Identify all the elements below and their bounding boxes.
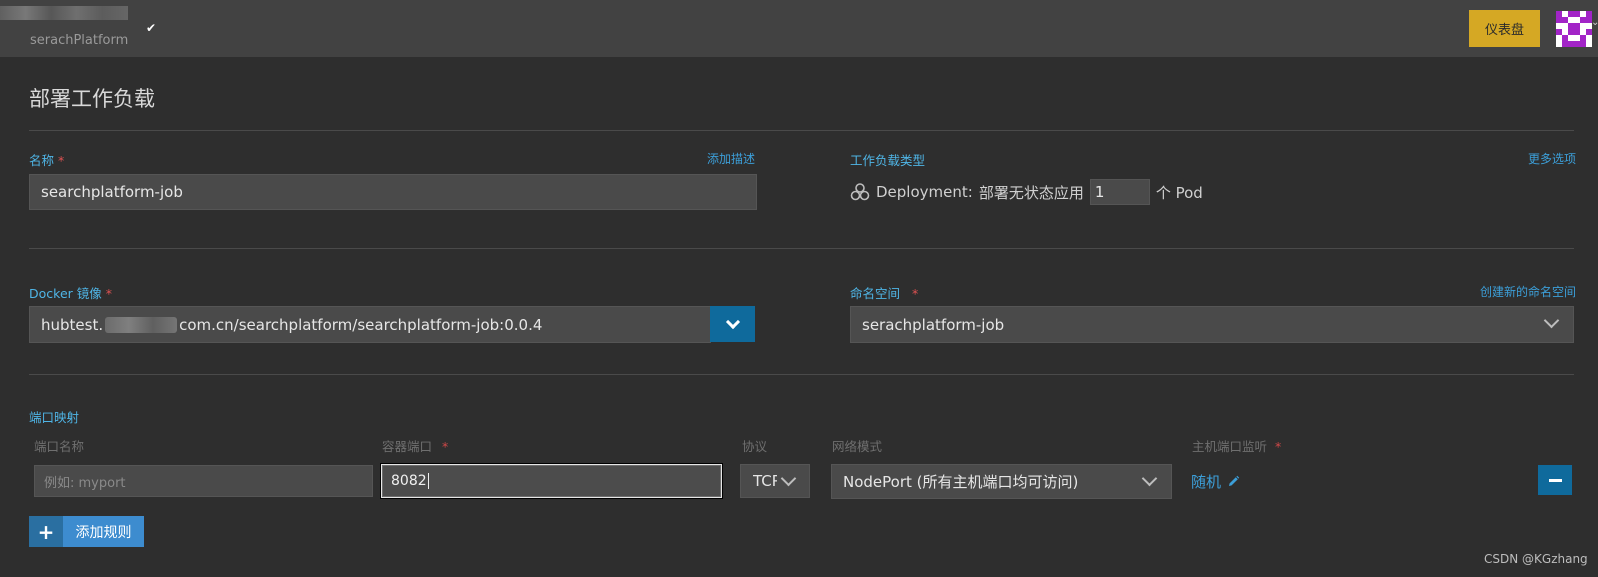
avatar[interactable] [1556, 11, 1592, 47]
workload-kind: Deployment: [876, 183, 973, 201]
check-icon: ✔ [146, 21, 157, 35]
chevron-down-icon [1141, 470, 1158, 487]
workload-type-row: Deployment: 部署无状态应用 1 个 Pod [850, 179, 1203, 205]
network-mode-value: NodePort (所有主机端口均可访问) [843, 473, 1079, 491]
docker-image-field[interactable]: hubtest. com.cn/searchplatform/searchplat… [29, 306, 711, 343]
protocol-select[interactable]: TCP [740, 464, 810, 498]
namespace-select[interactable]: serachplatform-job [850, 306, 1574, 343]
namespace-label: 命名空间 * [850, 286, 919, 301]
workload-kind-desc: 部署无状态应用 [978, 183, 1084, 202]
plus-icon: + [29, 516, 63, 547]
namespace-value: serachplatform-job [862, 315, 1005, 334]
watermark: CSDN @KGzhang [1484, 552, 1588, 566]
deployment-icon [850, 183, 870, 201]
chevron-down-icon [725, 314, 740, 329]
protocol-value: TCP [753, 472, 777, 490]
docker-image-label: Docker 镜像 * [29, 286, 112, 301]
redacted-host [105, 317, 178, 333]
network-mode-header: 网络模式 [832, 439, 883, 454]
network-mode-select[interactable]: NodePort (所有主机端口均可访问) [831, 464, 1172, 499]
chevron-down-icon[interactable]: ⌄ [1591, 17, 1598, 28]
image-dropdown-button[interactable] [710, 306, 755, 342]
name-label: 名称 * [29, 153, 65, 168]
divider [29, 130, 1574, 131]
container-port-input[interactable]: 8082 [380, 463, 723, 499]
container-port-header: 容器端口 * [382, 439, 449, 454]
divider [29, 374, 1574, 375]
chevron-down-icon [1543, 312, 1560, 329]
chevron-down-icon [780, 470, 797, 487]
port-name-placeholder: 例如: myport [44, 475, 126, 491]
replicas-input[interactable]: 1 [1089, 179, 1150, 205]
top-bar: ✔ serachPlatform 仪表盘 ⌄ [0, 0, 1598, 57]
port-mapping-label: 端口映射 [29, 410, 80, 425]
replicas-unit: 个 Pod [1155, 183, 1203, 202]
minus-icon [1548, 478, 1562, 482]
protocol-header: 协议 [742, 439, 768, 454]
remove-rule-button[interactable] [1538, 465, 1572, 495]
create-namespace-link[interactable]: 创建新的命名空间 [1480, 283, 1576, 300]
add-description-link[interactable]: 添加描述 [707, 150, 755, 167]
host-port-value: 随机 [1191, 473, 1222, 491]
docker-image-suffix: com.cn/searchplatform/searchplatform-job… [179, 315, 543, 334]
project-name[interactable]: serachPlatform [30, 33, 128, 48]
dashboard-button[interactable]: 仪表盘 [1469, 10, 1540, 47]
host-port-random-link[interactable]: 随机 [1191, 471, 1240, 492]
container-port-value: 8082 [391, 473, 427, 489]
divider [29, 248, 1574, 249]
name-field[interactable]: searchplatform-job [29, 174, 757, 210]
text-cursor [427, 473, 429, 489]
add-rule-label: 添加规则 [63, 516, 144, 547]
pencil-icon[interactable] [1227, 475, 1240, 488]
more-options-link[interactable]: 更多选项 [1528, 150, 1576, 167]
add-rule-button[interactable]: + 添加规则 [29, 516, 144, 547]
docker-image-prefix: hubtest. [41, 315, 104, 334]
redacted-cluster-name [0, 6, 128, 20]
name-value: searchplatform-job [41, 183, 183, 201]
port-name-input[interactable]: 例如: myport [34, 465, 373, 497]
port-name-header: 端口名称 [34, 439, 85, 454]
workload-type-label: 工作负载类型 [850, 153, 926, 168]
page-title: 部署工作负载 [29, 87, 155, 111]
host-port-header: 主机端口监听 * [1192, 439, 1282, 454]
